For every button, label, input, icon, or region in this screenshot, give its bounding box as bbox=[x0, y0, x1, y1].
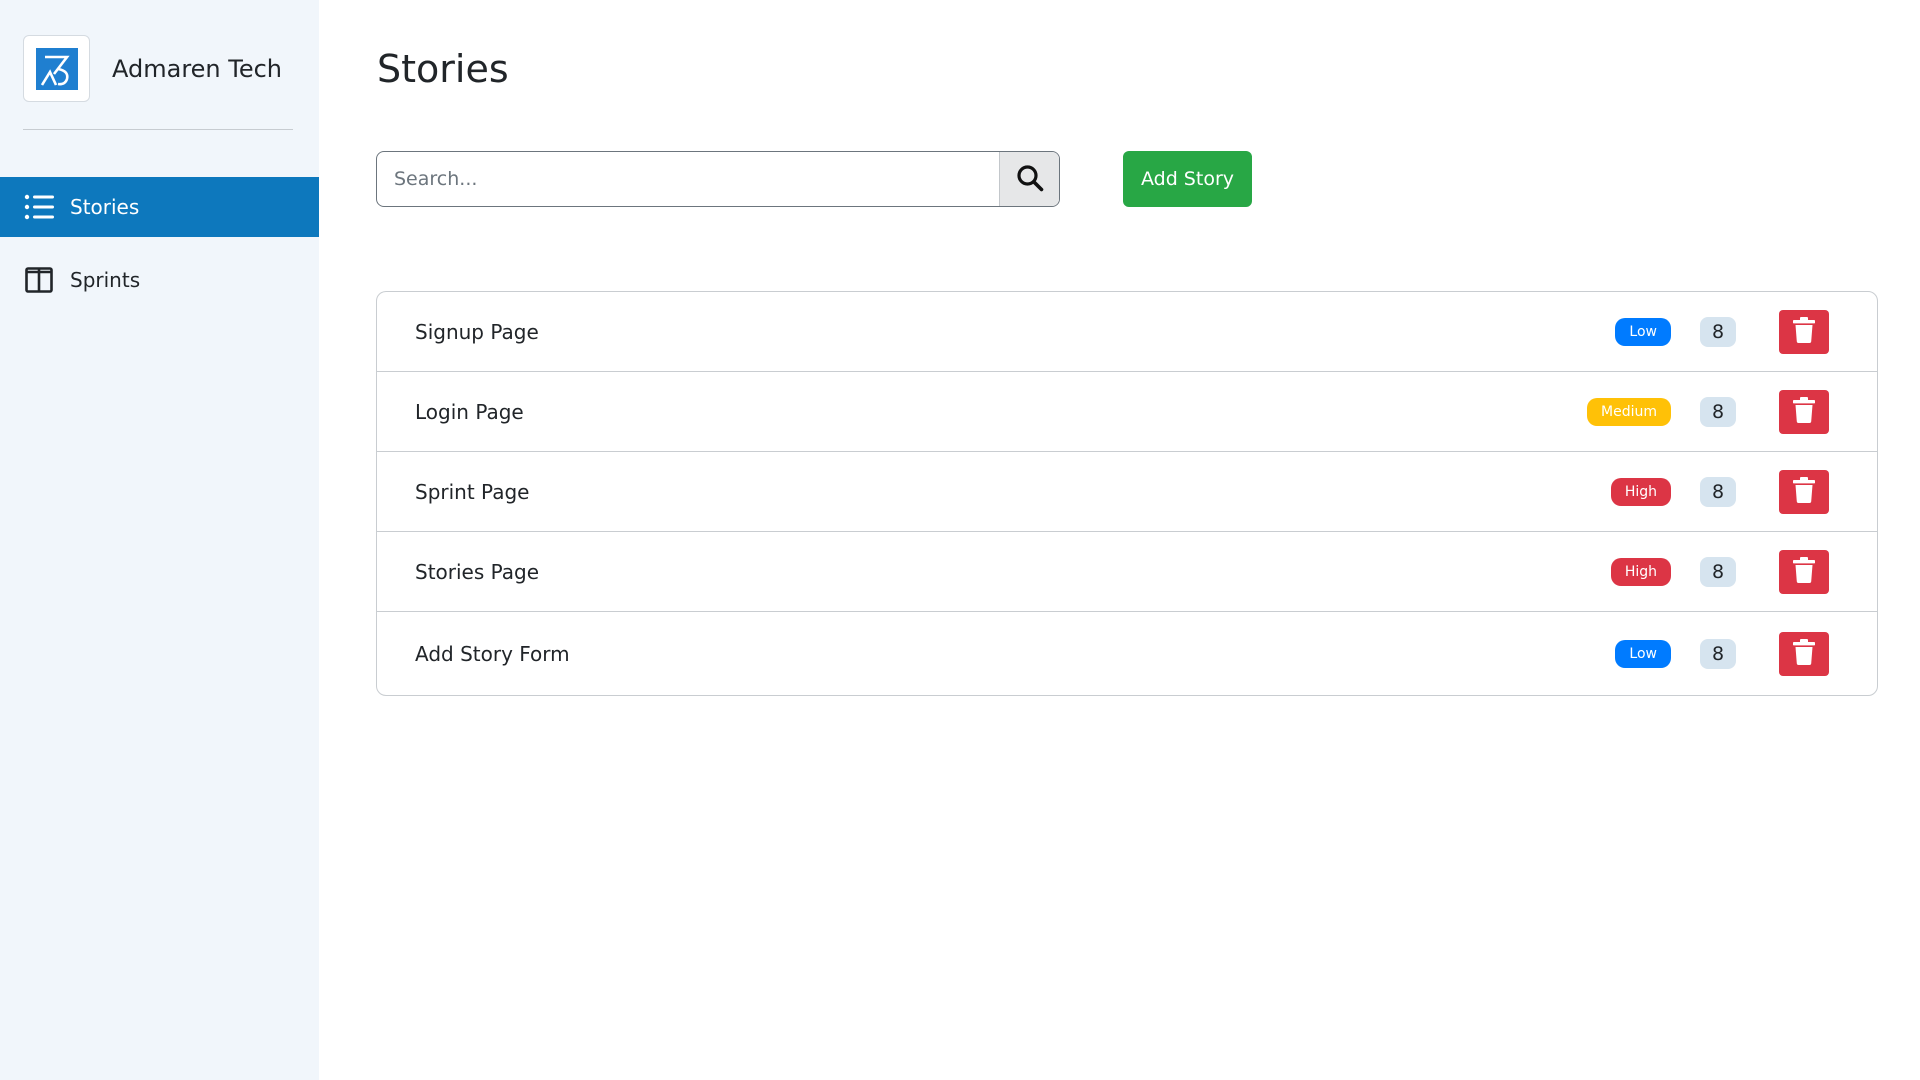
trash-icon bbox=[1793, 477, 1815, 506]
story-list: Signup Page Low 8 Login Page Medium 8 Sp… bbox=[376, 291, 1878, 696]
trash-icon bbox=[1793, 557, 1815, 586]
story-row[interactable]: Stories Page High 8 bbox=[377, 532, 1877, 612]
priority-badge: Medium bbox=[1587, 397, 1671, 426]
points-badge: 8 bbox=[1700, 396, 1736, 427]
brand-name: Admaren Tech bbox=[112, 54, 283, 83]
trash-icon bbox=[1793, 317, 1815, 346]
story-row[interactable]: Login Page Medium 8 bbox=[377, 372, 1877, 452]
story-row[interactable]: Signup Page Low 8 bbox=[377, 292, 1877, 372]
sidebar-divider bbox=[23, 129, 293, 130]
search-button[interactable] bbox=[999, 152, 1059, 206]
points-badge: 8 bbox=[1700, 556, 1736, 587]
search-icon bbox=[1016, 164, 1044, 195]
page-title: Stories bbox=[377, 47, 509, 91]
sidebar-item-label: Sprints bbox=[70, 268, 141, 292]
delete-button[interactable] bbox=[1779, 549, 1829, 594]
search-bar bbox=[376, 151, 1060, 207]
trash-icon bbox=[1793, 639, 1815, 668]
columns-icon bbox=[24, 265, 54, 295]
priority-badge: Low bbox=[1615, 317, 1671, 346]
sidebar: Admaren Tech Stories Sprints bbox=[0, 0, 319, 1080]
trash-icon bbox=[1793, 397, 1815, 426]
priority-badge: High bbox=[1610, 477, 1671, 506]
delete-button[interactable] bbox=[1779, 469, 1829, 514]
list-icon bbox=[24, 192, 54, 222]
delete-button[interactable] bbox=[1779, 309, 1829, 354]
priority-badge: Low bbox=[1615, 639, 1671, 668]
brand: Admaren Tech bbox=[23, 35, 282, 102]
story-row[interactable]: Add Story Form Low 8 bbox=[377, 612, 1877, 695]
points-badge: 8 bbox=[1700, 316, 1736, 347]
sidebar-item-sprints[interactable]: Sprints bbox=[0, 250, 319, 310]
priority-badge: High bbox=[1610, 557, 1671, 586]
points-badge: 8 bbox=[1700, 638, 1736, 669]
search-input[interactable] bbox=[377, 152, 999, 206]
sidebar-item-label: Stories bbox=[70, 195, 140, 219]
sidebar-item-stories[interactable]: Stories bbox=[0, 177, 319, 237]
delete-button[interactable] bbox=[1779, 631, 1829, 676]
add-story-button[interactable]: Add Story bbox=[1123, 151, 1252, 207]
admaren-logo-icon[interactable] bbox=[23, 35, 90, 102]
points-badge: 8 bbox=[1700, 476, 1736, 507]
story-row[interactable]: Sprint Page High 8 bbox=[377, 452, 1877, 532]
delete-button[interactable] bbox=[1779, 389, 1829, 434]
